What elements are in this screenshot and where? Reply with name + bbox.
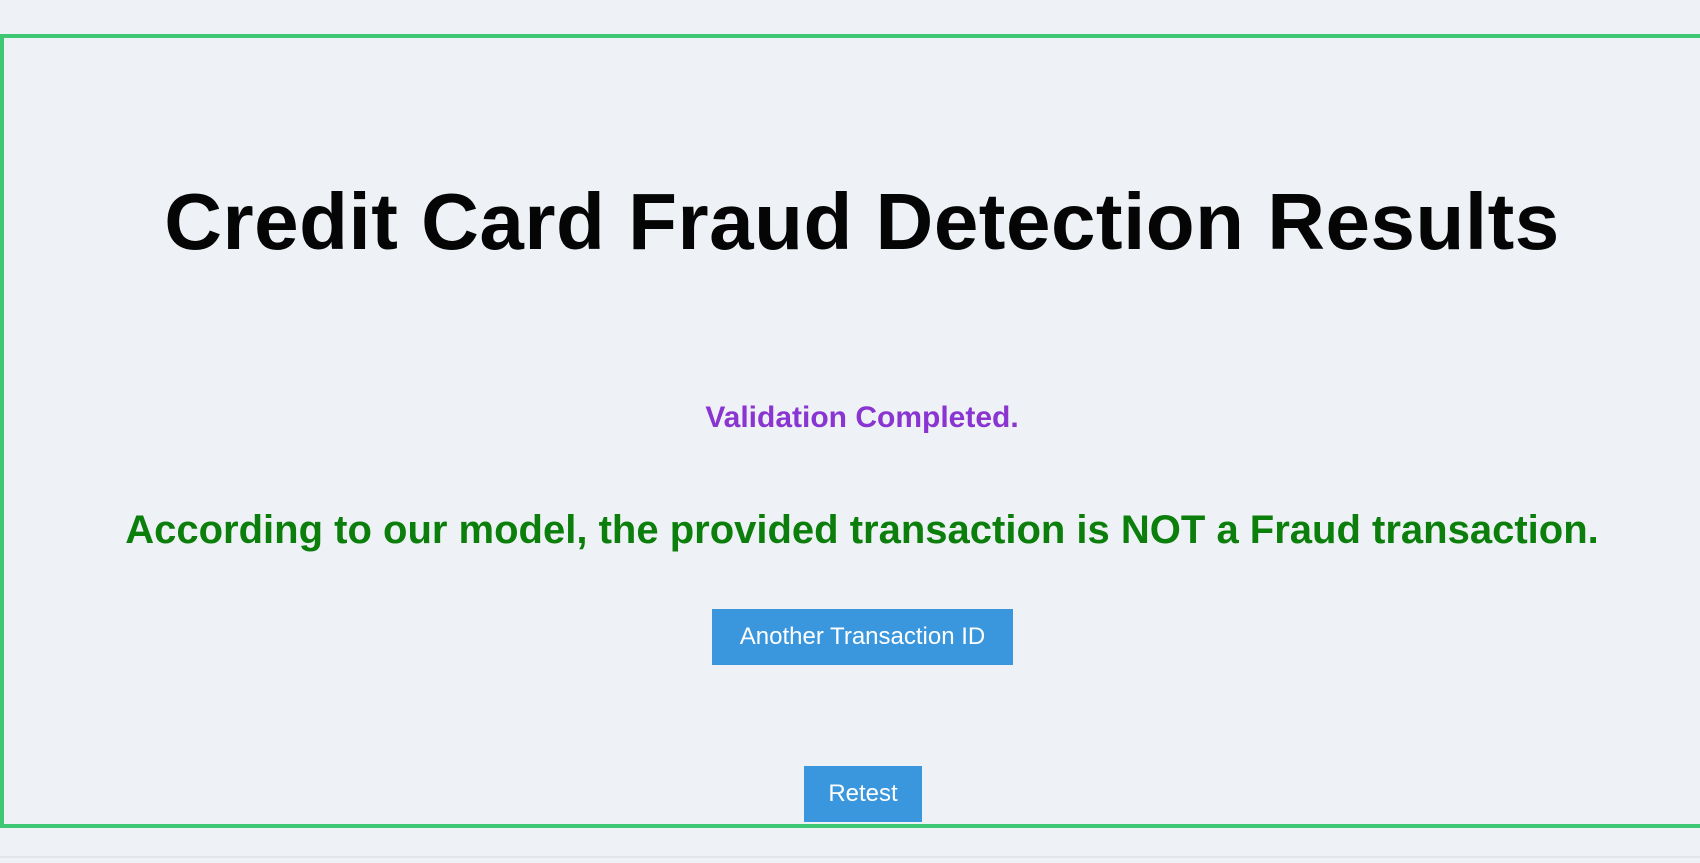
bottom-divider	[0, 856, 1700, 858]
validation-status-text: Validation Completed.	[705, 401, 1019, 434]
retest-button[interactable]: Retest	[804, 766, 922, 822]
results-container: Credit Card Fraud Detection Results Vali…	[0, 34, 1700, 828]
fraud-result-message: According to our model, the provided tra…	[125, 508, 1599, 552]
page-title: Credit Card Fraud Detection Results	[164, 177, 1560, 266]
another-transaction-button[interactable]: Another Transaction ID	[712, 609, 1013, 665]
